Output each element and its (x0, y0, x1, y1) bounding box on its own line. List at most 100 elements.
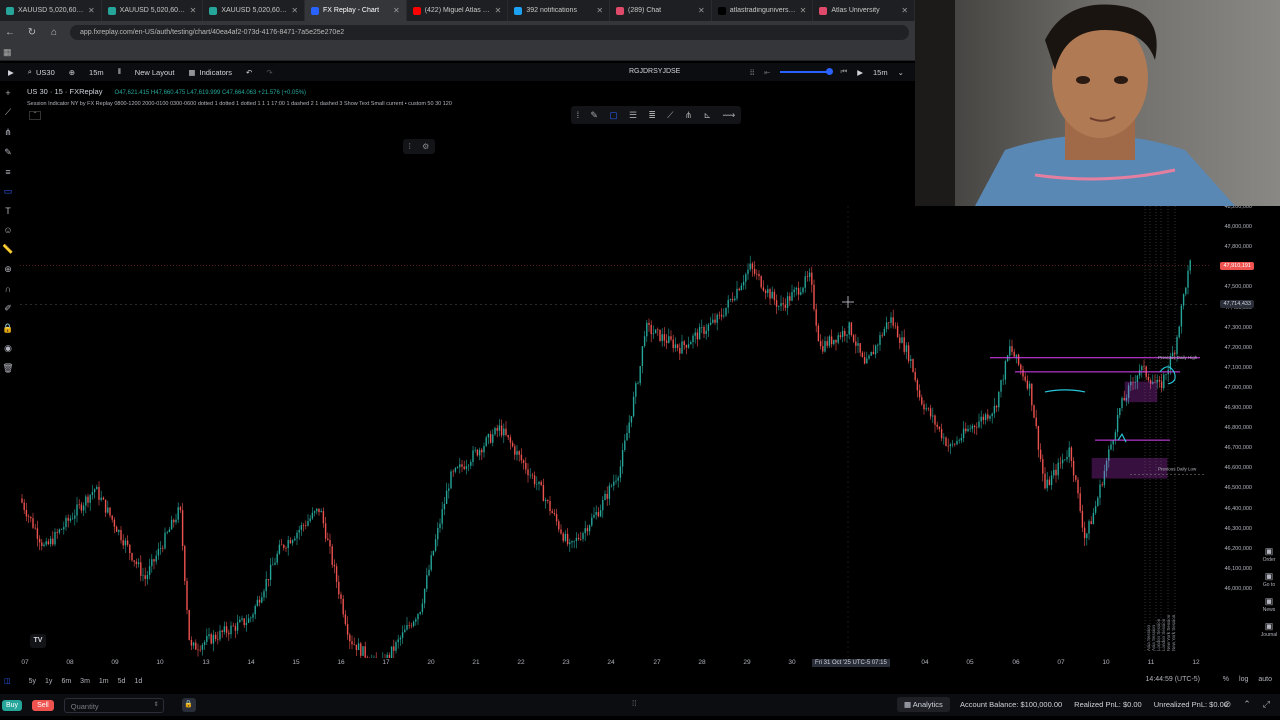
browser-tab[interactable]: XAUUSD 5,020,600 ▼ - ✕ (102, 0, 204, 21)
symbol-search-button[interactable]: ⌕ US30 (28, 67, 55, 77)
fib-icon[interactable]: ≡ (5, 167, 10, 177)
undo-icon[interactable]: ↶ (246, 68, 252, 77)
quantity-input[interactable]: Quantity ⇕ (63, 697, 164, 713)
price-scale[interactable]: 48,200,00048,000,00047,800,00047,600,000… (1212, 204, 1254, 658)
measure-icon[interactable]: ⊾ (704, 110, 712, 121)
reload-icon[interactable]: ↻ (26, 27, 38, 38)
close-icon[interactable]: ✕ (88, 6, 95, 15)
scale-option[interactable]: % (1223, 676, 1229, 683)
apps-grid-icon[interactable]: ▦ (3, 47, 12, 58)
play-icon[interactable]: ▶ (857, 68, 863, 77)
widget-go-to[interactable]: ▣ Go to (1263, 571, 1275, 588)
menu-icon[interactable]: ▶ (8, 68, 14, 77)
url-field[interactable]: app.fxreplay.com/en-US/auth/testing/char… (70, 24, 909, 40)
tradingview-logo[interactable]: TV (30, 634, 46, 648)
range-1y-button[interactable]: 1y (45, 678, 52, 685)
pencil-lock-icon[interactable]: ✐ (4, 303, 12, 314)
scale-option[interactable]: auto (1258, 676, 1272, 683)
redo-icon[interactable]: ↷ (266, 68, 272, 77)
zoom-icon[interactable]: ⊕ (4, 264, 12, 275)
indicator-legend[interactable]: Session Indicator NY by FX Replay 0800-1… (27, 101, 452, 107)
chart-type-icon[interactable]: ⫴ (118, 67, 121, 77)
browser-tab[interactable]: atlastradinguniversity (d ✕ (712, 0, 814, 21)
widget-order[interactable]: ▣ Order (1263, 546, 1276, 563)
range-3m-button[interactable]: 3m (80, 678, 90, 685)
pitchfork-icon[interactable]: ⋔ (4, 127, 12, 138)
close-icon[interactable]: ✕ (901, 6, 908, 15)
range-1d-button[interactable]: 1d (134, 678, 142, 685)
browser-tab[interactable]: FX Replay - Chart ✕ (305, 0, 407, 21)
close-icon[interactable]: ✕ (596, 6, 603, 15)
buy-button[interactable]: Buy (2, 699, 23, 711)
settings-icon[interactable]: ⚙ (422, 142, 429, 151)
clock[interactable]: 14:44:59 (UTC-5) (1146, 676, 1200, 683)
home-icon[interactable]: ⌂ (48, 27, 60, 38)
text-icon[interactable]: T (5, 206, 11, 216)
widget-news[interactable]: ▣ News (1263, 596, 1276, 613)
calendar-icon[interactable]: ◫ (4, 677, 11, 685)
range-5y-button[interactable]: 5y (29, 678, 36, 685)
browser-tab[interactable]: XAUUSD 5,020,600 ▼ - ✕ (0, 0, 102, 21)
close-icon[interactable]: ✕ (495, 6, 502, 15)
slider-knob[interactable] (826, 68, 834, 75)
list-icon[interactable]: ☰ (629, 110, 637, 121)
widget-journal[interactable]: ▣ Journal (1261, 621, 1277, 638)
fork-icon[interactable]: ⋔ (685, 110, 693, 121)
rectangle-tool-icon[interactable]: ▢ (609, 110, 618, 121)
browser-tab[interactable]: Atlas University ✕ (813, 0, 916, 21)
drag-handle-icon[interactable]: ⁞ (409, 142, 411, 151)
range-1m-button[interactable]: 1m (99, 678, 109, 685)
lock-icon[interactable]: 🔒 (2, 323, 13, 334)
skip-back-icon[interactable]: ⏮ (840, 67, 847, 77)
collapse-legend-button[interactable]: ⌃ (29, 111, 41, 120)
maximize-icon[interactable]: ⤢ (1263, 699, 1270, 710)
ray-icon[interactable]: ⟋ (667, 110, 673, 121)
range-6m-button[interactable]: 6m (61, 678, 71, 685)
chevron-up-icon[interactable]: ⌃ (1243, 699, 1251, 710)
close-icon[interactable]: ✕ (393, 6, 400, 15)
eye-icon[interactable]: ◉ (4, 343, 12, 354)
browser-tab[interactable]: 392 notifications ✕ (508, 0, 611, 21)
price-chart[interactable]: Previous Daily HighPrevious Daily LowAsi… (20, 206, 1210, 658)
interval-button[interactable]: 15m (89, 68, 104, 77)
rectangle-icon[interactable]: ▭ (4, 186, 13, 197)
analytics-button[interactable]: ▦ Analytics (897, 697, 950, 712)
trendline-icon[interactable]: ⟋ (5, 107, 11, 118)
browser-tab[interactable]: (289) Chat ✕ (610, 0, 712, 21)
close-icon[interactable]: ✕ (190, 6, 197, 15)
stepper-icon[interactable]: ⇕ (154, 701, 159, 708)
hide-icon[interactable]: ⊘ (1224, 699, 1232, 710)
trash-icon[interactable]: 🗑 (2, 363, 13, 374)
line-tool-icon[interactable]: ✎ (590, 110, 598, 121)
add-symbol-icon[interactable]: ⊕ (69, 68, 75, 77)
drag-handle-icon[interactable]: ⁞⁞ (632, 699, 636, 708)
legend-title[interactable]: US 30 · 15 · FXReplay (27, 87, 102, 96)
brush-icon[interactable]: ✎ (4, 147, 12, 158)
sell-button[interactable]: Sell (32, 699, 54, 711)
browser-tab[interactable]: (422) Miguel Atlas - You ✕ (407, 0, 509, 21)
layout-name[interactable]: RGJDRSYJDSE (629, 63, 680, 81)
back-icon[interactable]: ← (4, 27, 16, 38)
step-back-icon[interactable]: ⇤ (764, 68, 770, 77)
ruler-icon[interactable]: 📏 (2, 244, 13, 255)
new-layout-button[interactable]: New Layout (135, 68, 175, 77)
drag-handle-icon[interactable]: ⁞⁞ (750, 68, 754, 77)
levels-icon[interactable]: ≣ (648, 110, 656, 121)
magnet-icon[interactable]: ∩ (5, 284, 11, 294)
browser-tab[interactable]: XAUUSD 5,020,600 ▼ - ✕ (203, 0, 306, 21)
replay-speed-slider[interactable] (780, 68, 834, 75)
close-icon[interactable]: ✕ (291, 6, 298, 15)
drag-handle-icon[interactable]: ⁞ (577, 110, 580, 120)
close-icon[interactable]: ✕ (698, 6, 705, 15)
lock-icon[interactable]: 🔒 (181, 698, 196, 712)
time-scale[interactable]: 07 08 09 10 13 14 15 16 17 20 21 22 23 24 27 28 29 30 04 05… (20, 656, 1210, 670)
indicators-button[interactable]: ▦ Indicators (188, 68, 232, 77)
replay-interval[interactable]: 15m (873, 68, 888, 77)
close-icon[interactable]: ✕ (800, 6, 807, 15)
scale-option[interactable]: log (1239, 676, 1248, 683)
range-5d-button[interactable]: 5d (118, 678, 126, 685)
emoji-icon[interactable]: ☺ (3, 225, 12, 235)
chevron-down-icon[interactable]: ⌄ (898, 68, 904, 77)
crosshair-icon[interactable]: + (5, 88, 10, 98)
path-icon[interactable]: ⟿ (722, 110, 735, 121)
